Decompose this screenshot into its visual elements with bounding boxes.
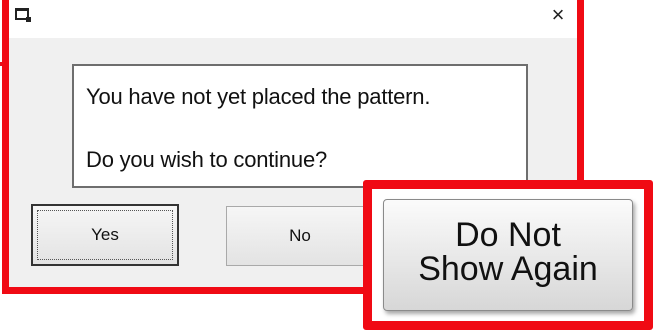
close-icon[interactable]: × (547, 2, 569, 28)
dialog-titlebar[interactable]: × (9, 0, 577, 38)
do-not-show-again-label-line-2: Show Again (418, 250, 598, 288)
message-line-1: You have not yet placed the pattern. (86, 84, 431, 109)
do-not-show-again-label-line-1: Do Not (455, 216, 561, 254)
no-button[interactable]: No (226, 206, 374, 266)
yes-button[interactable]: Yes (31, 204, 179, 266)
no-button-label: No (289, 226, 311, 245)
do-not-show-again-button[interactable]: Do Not Show Again (383, 199, 633, 311)
window-app-icon (15, 8, 31, 22)
message-line-2: Do you wish to continue? (86, 147, 328, 172)
message-panel: You have not yet placed the pattern. Do … (72, 64, 528, 188)
screenshot-stage: × You have not yet placed the pattern. D… (0, 0, 655, 333)
do-not-show-again-callout: Do Not Show Again (363, 180, 653, 330)
yes-button-label: Yes (91, 225, 119, 244)
